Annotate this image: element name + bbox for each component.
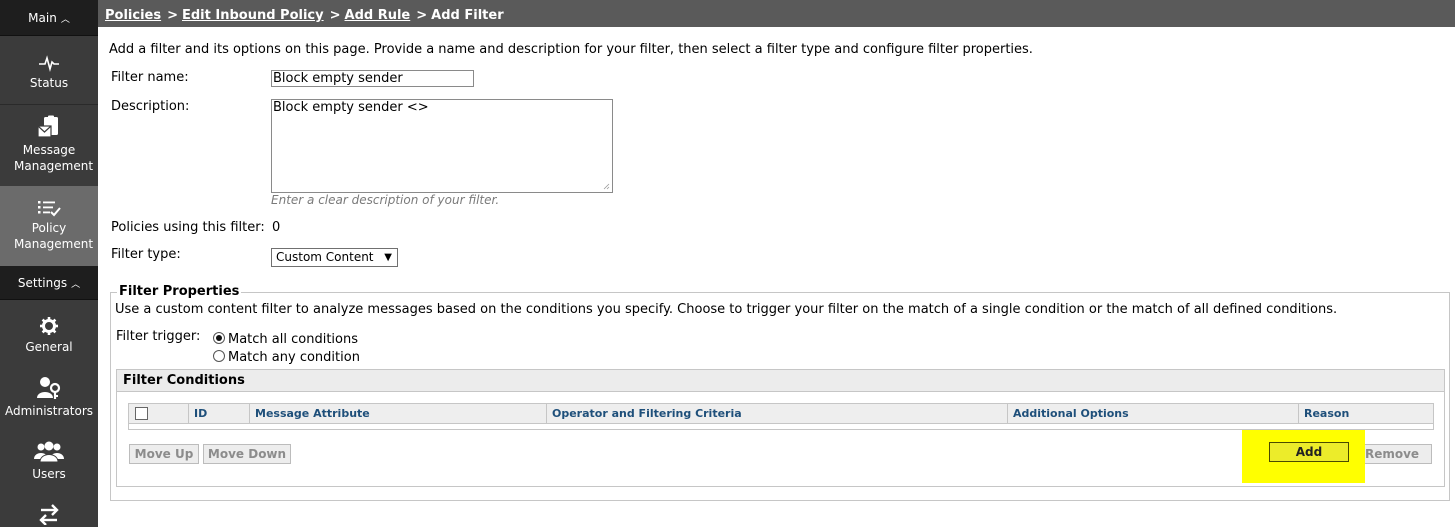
filter-type-value: Custom Content <box>276 250 374 264</box>
add-button[interactable]: Add <box>1269 442 1349 462</box>
sidebar-settings-label: Settings <box>17 276 68 290</box>
admin-key-icon <box>37 377 61 399</box>
trigger-option-match-all[interactable]: Match all conditions <box>213 332 358 347</box>
chevron-down-icon: ▼ <box>384 252 392 263</box>
trigger-option-label: Match any condition <box>228 350 360 365</box>
pulse-icon <box>39 55 59 72</box>
sidebar-item-label: Administrators <box>4 404 94 418</box>
description-label: Description: <box>111 99 190 114</box>
sidebar-item-policy-management[interactable]: Policy Management <box>0 186 98 266</box>
breadcrumb-separator: > <box>167 8 178 23</box>
filter-conditions-table: ID Message Attribute Operator and Filter… <box>128 403 1434 430</box>
chevron-up-icon: ︿ <box>60 15 70 25</box>
sidebar-main-header[interactable]: Main ︿ <box>0 0 98 36</box>
breadcrumb-separator: > <box>329 8 341 23</box>
sidebar-item-message-management[interactable]: Message Management <box>0 105 98 185</box>
sidebar-item-status[interactable]: Status <box>0 44 98 104</box>
sidebar-main-label: Main <box>28 11 57 25</box>
trigger-option-label: Match all conditions <box>228 332 358 347</box>
page-intro: Add a filter and its options on this pag… <box>109 42 1033 57</box>
sidebar: Main ︿ Status Message Management Policy M… <box>0 0 98 527</box>
description-text: Block empty sender <> <box>273 100 429 115</box>
sidebar-item-label: Status <box>29 76 69 90</box>
breadcrumb-separator: > <box>416 8 428 23</box>
filter-trigger-label: Filter trigger: <box>116 329 201 344</box>
column-header-message-attribute[interactable]: Message Attribute <box>249 404 546 424</box>
sidebar-item-general[interactable]: General <box>0 308 98 364</box>
trigger-option-match-any[interactable]: Match any condition <box>213 350 360 365</box>
move-down-button[interactable]: Move Down <box>203 444 291 464</box>
transfer-arrows-icon <box>39 504 59 525</box>
sidebar-item-users[interactable]: Users <box>0 437 98 493</box>
sidebar-item-label: Policy Management <box>14 221 94 251</box>
gear-icon <box>40 317 58 335</box>
clipboard-mail-icon <box>37 115 58 138</box>
sidebar-settings-header[interactable]: Settings ︿ <box>0 266 98 300</box>
filter-conditions-title: Filter Conditions <box>117 370 1444 392</box>
chevron-up-icon: ︿ <box>71 280 81 290</box>
breadcrumb-link-policies[interactable]: Policies <box>105 8 161 23</box>
sidebar-item-label: General <box>25 340 73 354</box>
breadcrumb-link-edit-inbound-policy[interactable]: Edit Inbound Policy <box>182 8 324 23</box>
sidebar-item-administrators[interactable]: Administrators <box>0 372 98 428</box>
sidebar-item-label: Users <box>32 467 66 481</box>
radio-selected-icon[interactable] <box>213 332 225 344</box>
users-icon <box>34 441 64 463</box>
filter-type-select[interactable]: Custom Content ▼ <box>271 248 398 267</box>
description-hint: Enter a clear description of your filter… <box>271 193 500 207</box>
filter-properties-legend: Filter Properties <box>117 284 242 299</box>
filter-name-label: Filter name: <box>111 70 189 85</box>
checklist-icon <box>38 201 61 217</box>
description-textarea[interactable]: Block empty sender <> <box>271 99 613 193</box>
table-header-row: ID Message Attribute Operator and Filter… <box>129 404 1433 424</box>
resize-grip-icon[interactable] <box>603 183 610 190</box>
column-header-additional-options[interactable]: Additional Options <box>1007 404 1298 424</box>
column-header-id[interactable]: ID <box>188 404 250 424</box>
sidebar-item-more[interactable] <box>0 503 98 527</box>
policies-using-value: 0 <box>272 220 281 235</box>
breadcrumb-link-add-rule[interactable]: Add Rule <box>345 8 411 23</box>
breadcrumb-current: Add Filter <box>431 8 504 23</box>
breadcrumb: Policies > Edit Inbound Policy > Add Rule > Ad… <box>98 5 1455 27</box>
main-content: Add a filter and its options on this pag… <box>98 27 1455 527</box>
filter-type-label: Filter type: <box>111 247 181 262</box>
filter-properties-description: Use a custom content filter to analyze m… <box>115 302 1338 317</box>
column-header-operator-criteria[interactable]: Operator and Filtering Criteria <box>546 404 1007 424</box>
sidebar-item-label: Message Management <box>14 143 94 173</box>
select-all-checkbox[interactable] <box>135 407 148 420</box>
column-header-reason[interactable]: Reason <box>1298 404 1433 424</box>
move-up-button[interactable]: Move Up <box>129 444 199 464</box>
policies-using-label: Policies using this filter: <box>111 220 265 235</box>
radio-unselected-icon[interactable] <box>213 350 225 362</box>
filter-name-input[interactable]: Block empty sender <box>271 70 474 87</box>
